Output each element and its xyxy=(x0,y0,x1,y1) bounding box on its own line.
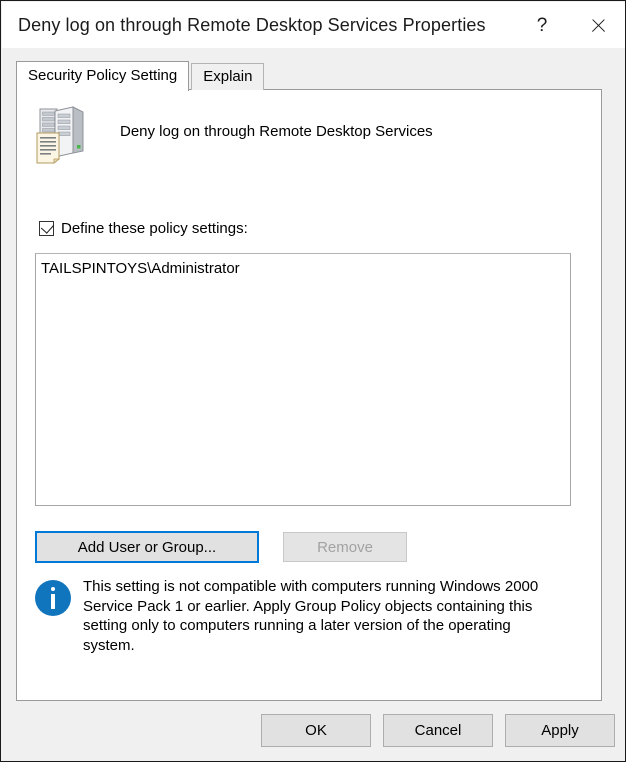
policy-name-label: Deny log on through Remote Desktop Servi… xyxy=(120,123,433,140)
tab-explain[interactable]: Explain xyxy=(191,63,265,90)
dialog-footer: OK Cancel Apply xyxy=(2,702,625,761)
tab-strip: Security Policy Setting Explain xyxy=(16,61,265,91)
info-message-text: This setting is not compatible with comp… xyxy=(83,578,539,654)
define-policy-settings-checkbox[interactable] xyxy=(39,220,55,236)
add-user-or-group-button[interactable]: Add User or Group... xyxy=(35,531,259,563)
question-mark-icon: ? xyxy=(536,14,548,36)
tab-security-policy-setting[interactable]: Security Policy Setting xyxy=(16,61,190,91)
title-bar: Deny log on through Remote Desktop Servi… xyxy=(2,2,625,48)
members-listbox[interactable]: TAILSPINTOYS\Administrator xyxy=(35,253,571,506)
help-button[interactable]: ? xyxy=(514,2,570,48)
policy-header: Deny log on through Remote Desktop Servi… xyxy=(33,105,573,171)
info-icon xyxy=(35,580,71,616)
tab-panel: Deny log on through Remote Desktop Servi… xyxy=(16,89,602,701)
title-bar-buttons: ? xyxy=(514,2,625,48)
dialog-body: Security Policy Setting Explain Deny log… xyxy=(2,48,625,761)
window-title: Deny log on through Remote Desktop Servi… xyxy=(18,14,486,35)
list-item[interactable]: TAILSPINTOYS\Administrator xyxy=(36,254,570,277)
apply-button[interactable]: Apply xyxy=(505,714,615,747)
define-policy-settings-label: Define these policy settings: xyxy=(61,220,248,237)
close-icon xyxy=(590,17,607,34)
close-button[interactable] xyxy=(570,2,625,48)
ok-button[interactable]: OK xyxy=(261,714,371,747)
remove-button: Remove xyxy=(283,532,407,562)
info-message: This setting is not compatible with comp… xyxy=(35,577,551,655)
server-policy-icon xyxy=(36,106,84,164)
cancel-button[interactable]: Cancel xyxy=(383,714,493,747)
checkmark-icon xyxy=(40,220,55,234)
define-policy-settings-checkbox-row[interactable]: Define these policy settings: xyxy=(39,220,248,237)
properties-dialog: Deny log on through Remote Desktop Servi… xyxy=(0,0,626,762)
